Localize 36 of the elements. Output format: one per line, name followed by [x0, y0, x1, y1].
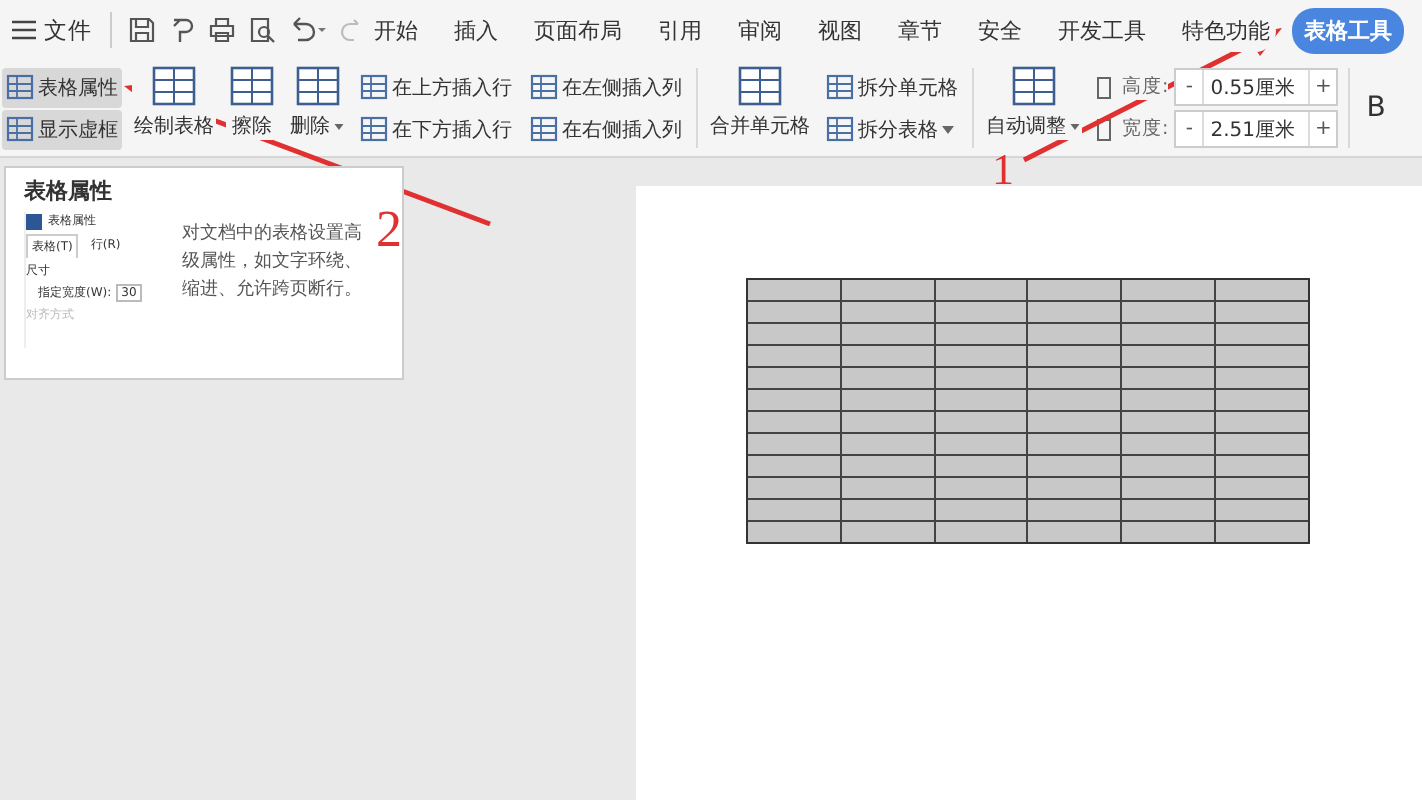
tooltip-title: 表格属性 — [24, 176, 114, 206]
caret-icon — [334, 123, 344, 129]
annotation-number: 1 — [992, 148, 1014, 192]
table-icon — [360, 74, 388, 100]
dimension-icon — [1092, 117, 1116, 141]
table-icon — [530, 116, 558, 142]
annotation-number: 2 — [376, 204, 402, 256]
save-icon[interactable] — [128, 16, 156, 44]
table-icon — [530, 74, 558, 100]
ribbon-button[interactable]: 删除 — [288, 64, 346, 140]
tooltip-description: 对文档中的表格设置高级属性，如文字环绕、缩进、允许跨页断行。 — [182, 220, 364, 304]
file-menu[interactable]: 文件 — [44, 15, 92, 45]
ribbon-button[interactable]: 自动调整 — [984, 64, 1082, 140]
caret-icon — [942, 125, 954, 133]
table-icon — [360, 116, 388, 142]
ribbon-button[interactable]: 表格属性 — [2, 67, 122, 107]
caret-icon — [1070, 123, 1080, 129]
print-preview-icon[interactable] — [248, 16, 276, 44]
app-icon — [26, 213, 42, 229]
dimension-icon — [1092, 75, 1116, 99]
export-icon[interactable] — [168, 16, 196, 44]
table-icon — [826, 74, 854, 100]
ribbon-button[interactable]: 绘制表格 — [132, 64, 216, 140]
menu-tab[interactable]: 表格工具 — [1292, 7, 1404, 53]
table-icon — [6, 74, 34, 100]
ribbon-button[interactable]: 显示虚框 — [2, 109, 122, 149]
ribbon-button[interactable]: 合并单元格 — [708, 64, 812, 140]
undo-icon[interactable] — [288, 16, 328, 44]
menu-icon[interactable] — [12, 20, 36, 40]
table-icon — [6, 116, 34, 142]
field-label: 宽度: — [1122, 116, 1169, 142]
table-icon — [826, 116, 854, 142]
ribbon-button[interactable]: 擦除 — [226, 64, 278, 140]
print-icon[interactable] — [208, 16, 236, 44]
bold-button[interactable]: B — [1360, 92, 1392, 124]
field-label: 高度: — [1122, 74, 1169, 100]
